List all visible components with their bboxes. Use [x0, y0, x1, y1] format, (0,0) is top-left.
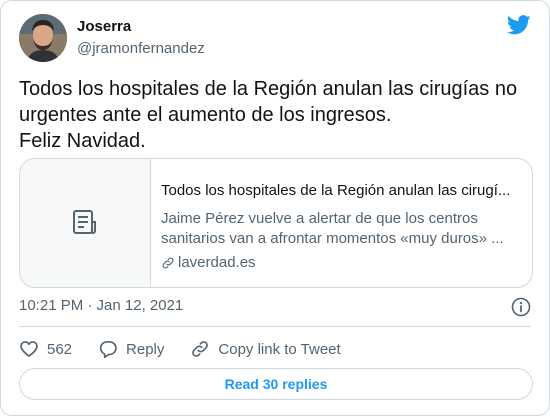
tweet-text-line: Feliz Navidad. [19, 130, 146, 152]
card-description: Jaime Pérez vuelve a alertar de que los … [161, 209, 521, 249]
embedded-tweet: Joserra @jramonfernandez Todos los hospi… [0, 0, 550, 416]
card-body: Todos los hospitales de la Región anulan… [161, 181, 521, 273]
heart-icon [20, 341, 38, 357]
tweet-text: Todos los hospitales de la Región anulan… [19, 76, 533, 154]
document-icon [73, 210, 96, 234]
link-icon [162, 257, 174, 269]
reply-icon [99, 341, 117, 359]
tweet-text-line: Todos los hospitales de la Región anulan… [19, 78, 518, 100]
card-title: Todos los hospitales de la Región anulan… [161, 182, 511, 199]
card-domain-text: laverdad.es [178, 254, 256, 271]
link-icon [192, 341, 209, 357]
user-names: Joserra @jramonfernandez [77, 17, 205, 59]
timestamp[interactable]: 10:21 PM · Jan 12, 2021 [19, 297, 183, 314]
copy-link-button[interactable]: Copy link to Tweet [190, 339, 341, 359]
read-replies-button[interactable]: Read 30 replies [19, 368, 533, 400]
avatar[interactable] [19, 14, 67, 62]
link-card[interactable]: Todos los hospitales de la Región anulan… [19, 158, 533, 288]
like-count: 562 [47, 340, 73, 358]
tweet-text-line: urgentes ante el aumento de los ingresos… [19, 104, 392, 126]
display-name[interactable]: Joserra [77, 17, 205, 37]
reply-button[interactable]: Reply [98, 339, 164, 359]
like-button[interactable]: 562 [19, 339, 72, 359]
card-description-line: Jaime Pérez vuelve a alertar de que los … [161, 210, 478, 227]
copy-link-label: Copy link to Tweet [218, 340, 341, 358]
card-description-line: sanitarios van a afrontar momentos «muy … [161, 230, 504, 247]
user-handle[interactable]: @jramonfernandez [77, 39, 205, 59]
card-domain: laverdad.es [161, 253, 521, 273]
tweet-header: Joserra @jramonfernandez [19, 14, 531, 62]
divider [19, 326, 531, 327]
reply-label: Reply [126, 340, 165, 358]
twitter-bird-icon[interactable] [506, 14, 531, 36]
tweet-actions: 562 Reply Copy link to Tweet [19, 337, 367, 361]
tweet-meta: 10:21 PM · Jan 12, 2021 [19, 297, 531, 317]
card-thumbnail [20, 159, 151, 287]
info-icon[interactable] [511, 297, 531, 317]
